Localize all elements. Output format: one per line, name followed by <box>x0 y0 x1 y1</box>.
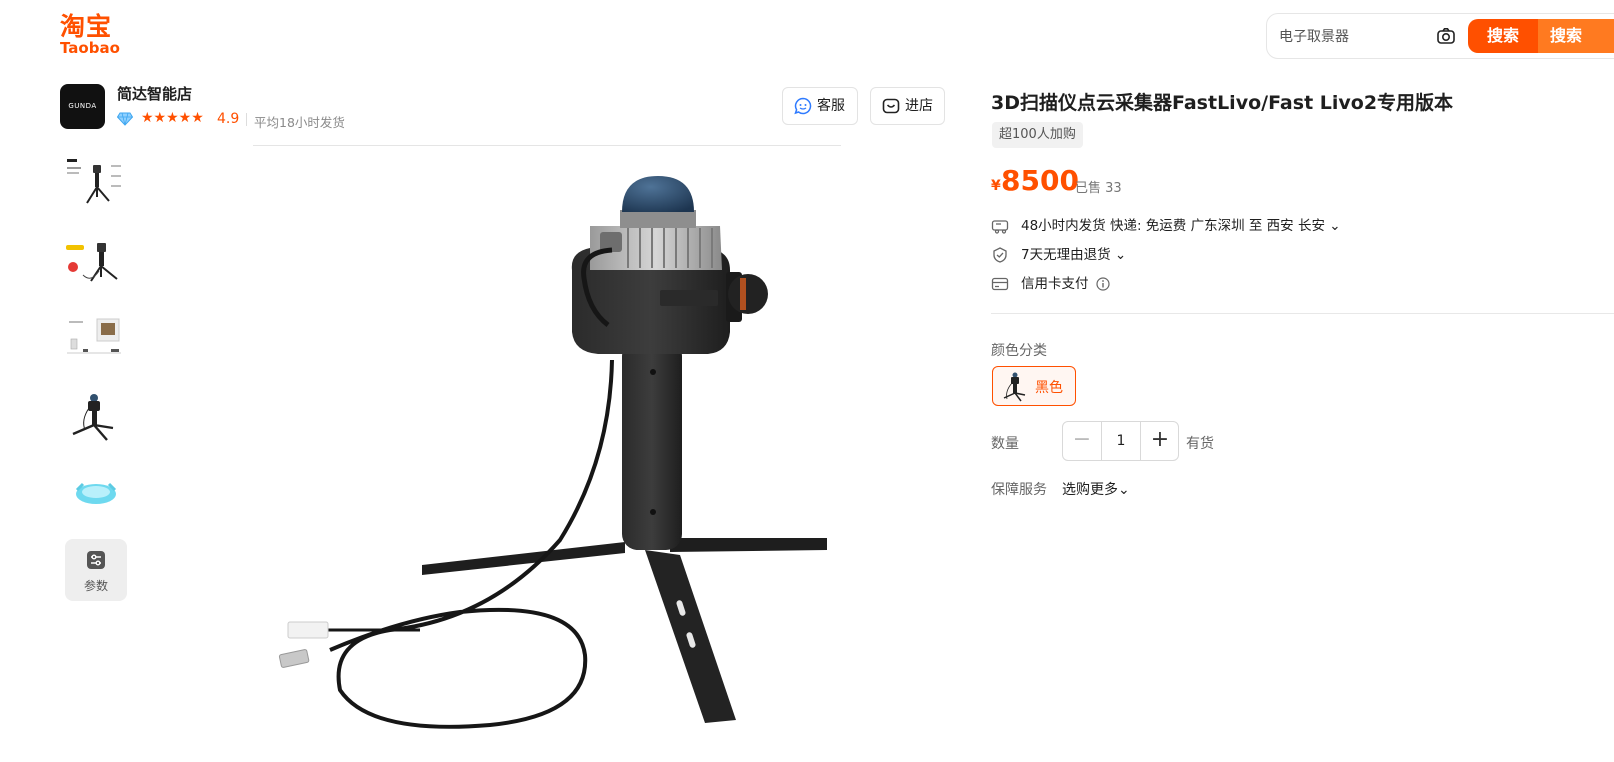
shop-rating: 4.9 <box>217 111 240 127</box>
shipping-row[interactable]: 48小时内发货 快递: 免运费 广东深圳 至 西安 长安 ⌄ <box>991 216 1391 236</box>
product-thumbnail-image <box>66 243 118 282</box>
popularity-tag: 超100人加购 <box>992 122 1083 148</box>
returns-row[interactable]: 7天无理由退货 ⌄ <box>991 245 1191 265</box>
enter-shop-button[interactable]: 进店 <box>870 87 945 125</box>
search-button[interactable]: 搜索 <box>1468 19 1538 53</box>
enter-shop-label: 进店 <box>905 98 933 114</box>
customer-service-label: 客服 <box>817 98 845 114</box>
sold-count: 已售 33 <box>1075 181 1122 196</box>
payment-text: 信用卡支付 <box>1021 276 1089 292</box>
product-page: 淘宝 Taobao 搜索 搜索 GUNDA 简达智能店 ★★★★★ 4.9 平均… <box>0 0 1614 762</box>
color-option-label: 黑色 <box>1035 380 1063 396</box>
divider <box>253 145 841 146</box>
payment-row: 信用卡支付 <box>991 274 1191 294</box>
color-label: 颜色分类 <box>991 343 1047 359</box>
stock-status: 有货 <box>1186 436 1214 452</box>
truck-icon <box>991 220 1009 234</box>
shop-name[interactable]: 简达智能店 <box>117 83 192 104</box>
service-label: 保障服务 <box>991 482 1047 498</box>
search-button-secondary[interactable]: 搜索 <box>1538 19 1614 53</box>
taobao-logo[interactable]: 淘宝 Taobao <box>60 14 122 58</box>
thumbnail-5[interactable] <box>63 464 125 526</box>
product-thumbnail-image <box>67 159 121 204</box>
thumbnail-2[interactable] <box>63 231 125 293</box>
thumbnail-3[interactable] <box>63 309 125 371</box>
quantity-minus-button[interactable]: − <box>1063 422 1101 460</box>
product-title: 3D扫描仪点云采集器FastLivo/Fast Livo2专用版本 <box>991 92 1454 114</box>
color-option-thumbnail <box>1003 372 1026 402</box>
divider <box>991 313 1614 314</box>
sliders-icon <box>87 551 105 569</box>
price: 8500 <box>1001 164 1079 197</box>
logo-cn: 淘宝 <box>60 12 113 41</box>
logo-en: Taobao <box>60 39 120 57</box>
return-guarantee-icon <box>993 247 1007 263</box>
avg-ship-time: 平均18小时发货 <box>254 115 345 130</box>
product-thumbnail-image <box>75 482 117 504</box>
returns-text: 7天无理由退货 ⌄ <box>1021 247 1127 263</box>
product-thumbnail-image <box>72 394 114 441</box>
shop-icon <box>882 98 900 114</box>
quantity-stepper: − 1 + <box>1062 421 1179 461</box>
parameters-label: 参数 <box>83 579 108 593</box>
search-input[interactable] <box>1279 24 1429 50</box>
price-currency: ¥ <box>991 178 1001 194</box>
diamond-icon <box>117 112 133 126</box>
thumbnail-1[interactable] <box>63 153 125 215</box>
separator <box>246 113 247 126</box>
shipping-text: 48小时内发货 快递: 免运费 广东深圳 至 西安 长安 ⌄ <box>1021 218 1341 234</box>
more-services-dropdown[interactable]: 选购更多⌄ <box>1062 479 1130 499</box>
chat-icon <box>794 97 812 115</box>
info-icon[interactable] <box>1096 277 1110 291</box>
color-option-black[interactable]: 黑色 <box>992 366 1076 406</box>
credit-card-icon <box>991 277 1009 291</box>
quantity-label: 数量 <box>991 436 1019 452</box>
quantity-plus-button[interactable]: + <box>1141 422 1179 460</box>
shop-avatar[interactable]: GUNDA <box>60 84 105 129</box>
thumbnail-4[interactable] <box>63 386 125 448</box>
camera-icon[interactable] <box>1436 26 1456 46</box>
main-product-image[interactable] <box>260 160 860 740</box>
customer-service-button[interactable]: 客服 <box>782 87 858 125</box>
shop-rating-stars: ★★★★★ <box>141 110 204 126</box>
quantity-input[interactable]: 1 <box>1101 422 1141 460</box>
parameters-button[interactable]: 参数 <box>65 539 127 601</box>
product-thumbnail-image <box>67 318 121 354</box>
